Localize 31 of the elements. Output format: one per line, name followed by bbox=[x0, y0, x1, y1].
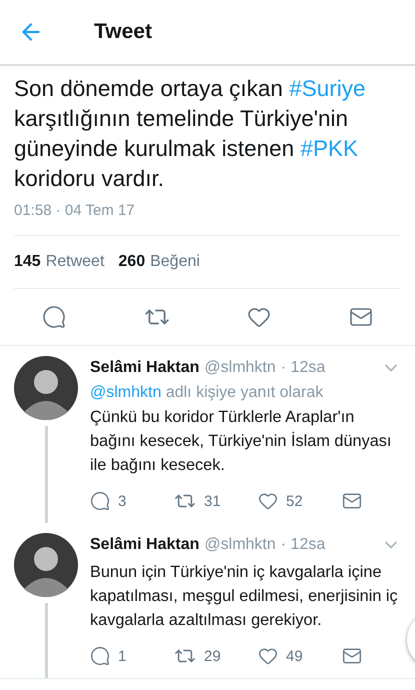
page-title: Tweet bbox=[94, 20, 152, 44]
avatar[interactable] bbox=[14, 533, 78, 597]
tweet-timestamp: 01:58 · 04 Tem 17 bbox=[14, 202, 401, 236]
retweet-count: 31 bbox=[204, 492, 221, 510]
message-icon[interactable] bbox=[342, 491, 362, 511]
reply-icon[interactable] bbox=[90, 646, 110, 666]
reply-context: @slmhktn adlı kişiye yanıt olarak bbox=[90, 384, 324, 402]
message-icon[interactable] bbox=[342, 646, 362, 666]
reply-count: 1 bbox=[118, 648, 126, 664]
message-icon[interactable] bbox=[348, 305, 373, 329]
avatar[interactable] bbox=[14, 356, 78, 420]
retweet-count: 29 bbox=[204, 648, 221, 664]
like-icon[interactable] bbox=[258, 646, 278, 666]
reply-count: 3 bbox=[118, 492, 126, 510]
like-icon[interactable] bbox=[247, 305, 272, 329]
reply-text: Bunun için Türkiye'nin iç kavgalarla içine kapatılması, meşgul edilmesi, enerjisinin iç kavgalarla azaltılması gerekiyor. bbox=[90, 562, 399, 631]
like-count: 52 bbox=[286, 492, 303, 510]
reply-icon[interactable] bbox=[42, 305, 66, 329]
reply-text: Çünkü bu koridor Türklerle Araplar'ın bağını kesecek, Türkiye'nin İslam dünyası ile bağını kesecek. bbox=[90, 407, 392, 476]
reply-time: · 12sa bbox=[280, 359, 326, 377]
tweet-text: Son dönemde ortaya çıkan #Suriye karşıtlığının temelinde Türkiye'nin güneyinde kurulmak istenen #PKK koridoru vardır. bbox=[14, 75, 366, 193]
stat-count[interactable]: 145 Retweet bbox=[14, 253, 104, 271]
like-icon[interactable] bbox=[258, 491, 278, 511]
reply-icon[interactable] bbox=[90, 491, 110, 511]
author-handle: @slmhktn bbox=[204, 536, 276, 554]
like-count: 49 bbox=[286, 648, 303, 664]
author-handle: @slmhktn bbox=[204, 359, 276, 377]
author-name[interactable]: Selâmi Haktan bbox=[90, 359, 200, 377]
stat-count[interactable]: 260 Beğeni bbox=[118, 253, 200, 271]
author-name[interactable]: Selâmi Haktan bbox=[90, 536, 200, 554]
reply-time: · 12sa bbox=[280, 536, 326, 554]
